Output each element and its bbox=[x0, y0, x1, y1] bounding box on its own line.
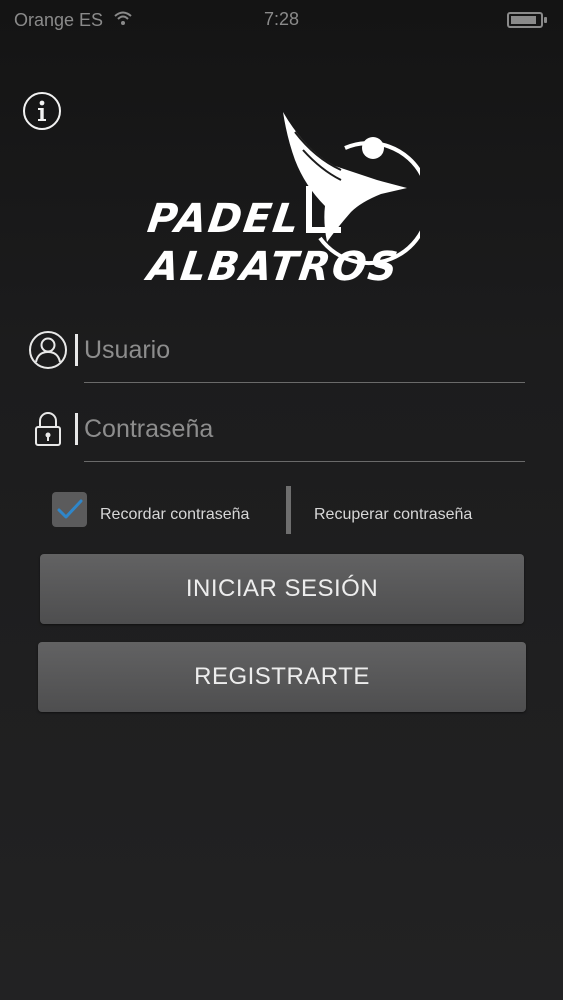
status-left: Orange ES bbox=[14, 10, 133, 31]
password-field bbox=[28, 409, 525, 469]
text-cursor bbox=[75, 413, 78, 445]
login-button[interactable]: INICIAR SESIÓN bbox=[40, 554, 524, 624]
remember-label: Recordar contraseña bbox=[100, 506, 250, 523]
status-bar: Orange ES 7:28 bbox=[0, 0, 563, 40]
carrier-label: Orange ES bbox=[14, 9, 104, 30]
battery-level bbox=[511, 16, 537, 24]
lock-icon bbox=[28, 409, 68, 449]
remember-row: Recordar contraseña Recuperar contraseña bbox=[52, 486, 512, 536]
wifi-icon bbox=[113, 10, 133, 31]
user-icon bbox=[28, 330, 68, 370]
password-input[interactable] bbox=[84, 409, 525, 449]
username-input[interactable] bbox=[84, 330, 525, 370]
username-underline bbox=[84, 382, 525, 383]
password-underline bbox=[84, 461, 525, 462]
logo-title-line1: PADEL bbox=[144, 196, 304, 242]
username-field bbox=[28, 330, 525, 390]
register-button[interactable]: REGISTRARTE bbox=[38, 642, 526, 712]
recover-password-link[interactable]: Recuperar contraseña bbox=[314, 506, 472, 524]
app-logo: PADEL ALBATROS bbox=[145, 110, 420, 290]
logo-title-line2: ALBATROS bbox=[144, 244, 403, 290]
row-divider bbox=[286, 486, 291, 534]
remember-checkbox[interactable] bbox=[52, 492, 87, 527]
info-button[interactable] bbox=[23, 92, 61, 130]
battery-icon bbox=[507, 12, 547, 28]
checkmark-icon bbox=[57, 499, 83, 519]
info-icon bbox=[38, 100, 46, 121]
text-cursor bbox=[75, 334, 78, 366]
login-screen: Orange ES 7:28 PADEL ALBATROS Usuario Re… bbox=[0, 0, 563, 1000]
